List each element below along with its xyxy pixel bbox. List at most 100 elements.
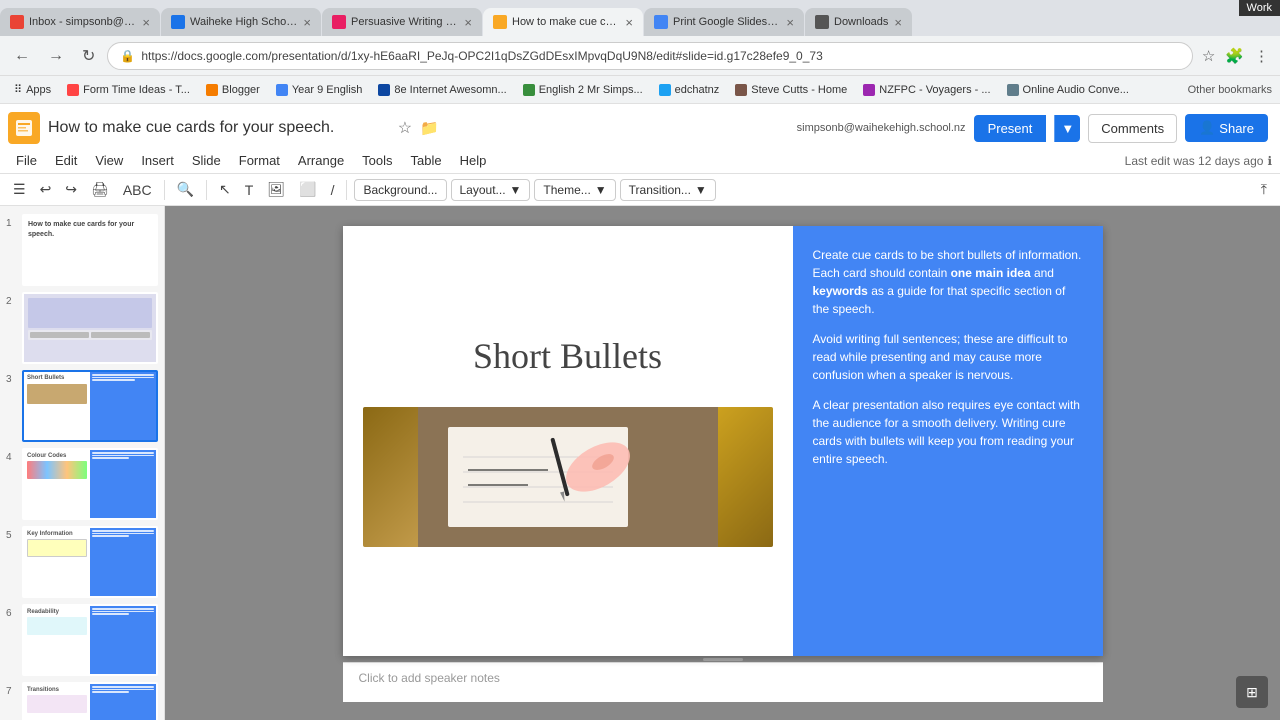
expand-icon: ⊞ [1246,684,1258,701]
expand-button[interactable]: ⊞ [1236,676,1268,708]
share-label: Share [1219,121,1254,136]
tab-downloads-close[interactable]: × [894,15,902,30]
main-area: 1 How to make cue cards for your speech.… [0,206,1280,720]
slide-thumb-3[interactable]: 3 Short Bullets [6,370,158,442]
present-dropdown-button[interactable]: ▼ [1054,115,1080,142]
bookmark-apps[interactable]: ⠿ Apps [8,81,57,98]
toolbar-divider-1 [164,180,165,200]
background-button[interactable]: Background... [354,179,446,201]
work-tag: Work [1239,0,1280,16]
bookmark-year9-label: Year 9 English [292,84,363,96]
zoom-button[interactable]: 🔍 [172,178,199,201]
slide-preview-6[interactable]: Readability [22,604,158,676]
bookmark-stevecutts[interactable]: Steve Cutts - Home [729,82,853,98]
chrome-menu-icon[interactable]: ⋮ [1251,44,1272,68]
tab-gmail-close[interactable]: × [142,15,150,30]
reload-button[interactable]: ↻ [76,42,101,70]
slide-thumb-5[interactable]: 5 Key Information [6,526,158,598]
menu-file[interactable]: File [8,150,45,171]
back-button[interactable]: ← [8,43,36,69]
slide-canvas[interactable]: Short Bullets [343,226,1103,656]
year9-favicon [276,84,288,96]
present-button[interactable]: Present [974,115,1047,142]
slides-header: How to make cue cards for your speech. ☆… [0,104,1280,206]
menu-edit[interactable]: Edit [47,150,85,171]
bookmark-nzfpc[interactable]: NZFPC - Voyagers - ... [857,82,996,98]
address-text: https://docs.google.com/presentation/d/1… [141,49,1180,63]
toolbar-divider-3 [346,180,347,200]
slide-num-1: 1 [6,218,22,229]
para1-bold1: one main idea [951,266,1031,280]
extensions-icon[interactable]: 🧩 [1222,44,1247,68]
spellcheck-button[interactable]: ABC [118,179,157,201]
menu-format[interactable]: Format [231,150,288,171]
slide-preview-1[interactable]: How to make cue cards for your speech. [22,214,158,286]
bookmark-edchatnz[interactable]: edchatnz [653,82,726,98]
menu-slide[interactable]: Slide [184,150,229,171]
tab-print-close[interactable]: × [786,15,794,30]
layout-button[interactable]: Layout... ▼ [451,179,531,201]
folder-icon[interactable]: 📁 [420,119,439,137]
slide-thumb-1[interactable]: 1 How to make cue cards for your speech. [6,214,158,286]
bookmark-formtime[interactable]: Form Time Ideas - T... [61,82,196,98]
text-button[interactable]: T [240,179,259,201]
slide-preview-5[interactable]: Key Information [22,526,158,598]
tab-cuecards-close[interactable]: × [625,15,633,30]
tab-print[interactable]: Print Google Slides - M... × [644,8,804,36]
menu-arrange[interactable]: Arrange [290,150,352,171]
tab-waiheke[interactable]: Waiheke High School ... × [161,8,321,36]
slide-thumb-2[interactable]: 2 [6,292,158,364]
slide-thumb-4[interactable]: 4 Colour Codes [6,448,158,520]
cursor-button[interactable]: ↖ [214,178,236,201]
menu-bar: File Edit View Insert Slide Format Arran… [0,148,1280,173]
notes-area[interactable]: Click to add speaker notes [343,662,1103,702]
tab-persuasive[interactable]: Persuasive Writing & Sp... × [322,8,482,36]
bookmark-year9[interactable]: Year 9 English [270,82,369,98]
forward-button[interactable]: → [42,43,70,69]
tab-waiheke-close[interactable]: × [303,15,311,30]
undo-button[interactable]: ↩ [35,178,57,201]
slide-thumb-6[interactable]: 6 Readability [6,604,158,676]
tab-gmail[interactable]: Inbox - simpsonb@wai... × [0,8,160,36]
redo-button[interactable]: ↪ [60,178,82,201]
image-button[interactable]: 🖼 [262,178,290,201]
slide-preview-7[interactable]: Transitions [22,682,158,720]
slide-image [363,407,773,547]
address-bar[interactable]: 🔒 https://docs.google.com/presentation/d… [107,42,1192,70]
slide-thumb-7[interactable]: 7 Transitions [6,682,158,720]
thumb3-title: Short Bullets [27,375,87,381]
slide-preview-2[interactable] [22,292,158,364]
menu-hamburger-button[interactable]: ☰ [8,178,31,201]
bookmark-english2[interactable]: English 2 Mr Simps... [517,82,649,98]
comments-button[interactable]: Comments [1088,114,1177,143]
slide-preview-4[interactable]: Colour Codes [22,448,158,520]
bookmark-apps-label: Apps [26,84,51,96]
transition-button[interactable]: Transition... ▼ [620,179,716,201]
star-icon[interactable]: ☆ [398,118,412,138]
menu-tools[interactable]: Tools [354,150,400,171]
bookmark-blogger[interactable]: Blogger [200,82,266,98]
menu-view[interactable]: View [87,150,131,171]
slide-preview-3[interactable]: Short Bullets [22,370,158,442]
theme-button[interactable]: Theme... ▼ [534,179,615,201]
menu-insert[interactable]: Insert [133,150,182,171]
print-button[interactable]: 🖨 [86,178,114,201]
info-icon[interactable]: ℹ [1267,154,1272,168]
downloads-favicon [815,15,829,29]
bookmark-star-icon[interactable]: ☆ [1199,44,1218,68]
tab-print-label: Print Google Slides - M... [673,16,780,28]
collapse-button[interactable]: ⤒ [1256,178,1272,201]
tab-persuasive-close[interactable]: × [464,15,472,30]
bookmark-audio[interactable]: Online Audio Conve... [1001,82,1135,98]
tab-downloads[interactable]: Downloads × [805,8,912,36]
bookmark-internet[interactable]: 8e Internet Awesomn... [372,82,512,98]
nav-icons: ☆ 🧩 ⋮ [1199,44,1272,68]
menu-table[interactable]: Table [403,150,450,171]
share-button[interactable]: 👤 Share [1185,114,1268,142]
other-bookmarks[interactable]: Other bookmarks [1188,84,1272,96]
menu-help[interactable]: Help [452,150,495,171]
line-button[interactable]: / [326,179,340,201]
shapes-button[interactable]: ⬜ [294,178,321,201]
notes-placeholder: Click to add speaker notes [359,671,500,685]
tab-cuecards[interactable]: How to make cue cards ... × [483,8,643,36]
